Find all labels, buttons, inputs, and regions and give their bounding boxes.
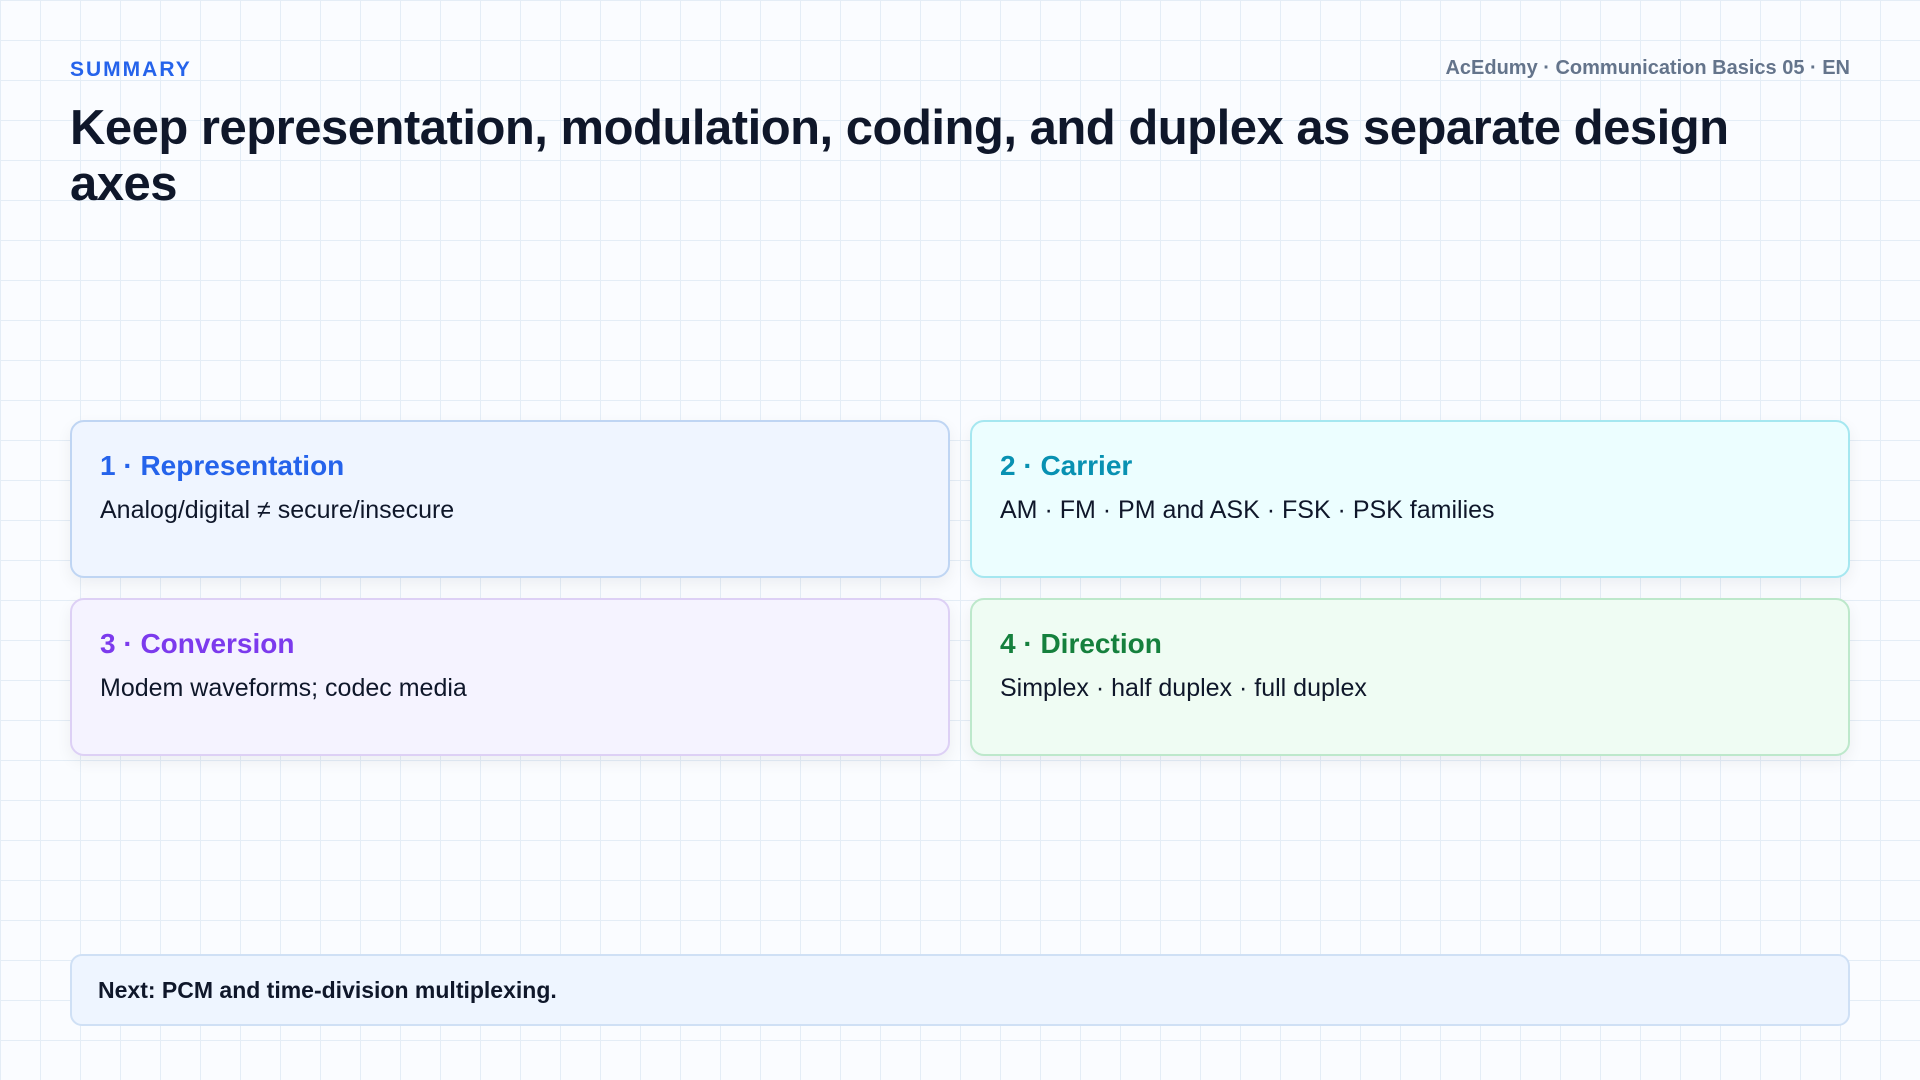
card-body: Simplex · half duplex · full duplex <box>1000 674 1367 702</box>
card-conversion: 3 · Conversion Modem waveforms; codec me… <box>70 598 950 756</box>
card-representation: 1 · Representation Analog/digital ≠ secu… <box>70 420 950 578</box>
next-topic-note: Next: PCM and time-division multiplexing… <box>70 954 1850 1026</box>
card-direction: 4 · Direction Simplex · half duplex · fu… <box>970 598 1850 756</box>
card-carrier: 2 · Carrier AM · FM · PM and ASK · FSK ·… <box>970 420 1850 578</box>
card-body: AM · FM · PM and ASK · FSK · PSK familie… <box>1000 496 1495 524</box>
card-title: 3 · Conversion <box>100 628 295 659</box>
summary-card-grid: 1 · Representation Analog/digital ≠ secu… <box>70 420 1850 756</box>
section-label: SUMMARY <box>70 58 192 81</box>
course-label: AcEdumy · Communication Basics 05 · EN <box>1445 57 1850 79</box>
card-body: Analog/digital ≠ secure/insecure <box>100 496 455 524</box>
card-body: Modem waveforms; codec media <box>100 674 467 702</box>
card-title: 1 · Representation <box>100 450 345 481</box>
card-title: 4 · Direction <box>1000 628 1162 659</box>
page-title: Keep representation, modulation, coding,… <box>70 101 1729 211</box>
card-title: 2 · Carrier <box>1000 450 1133 481</box>
